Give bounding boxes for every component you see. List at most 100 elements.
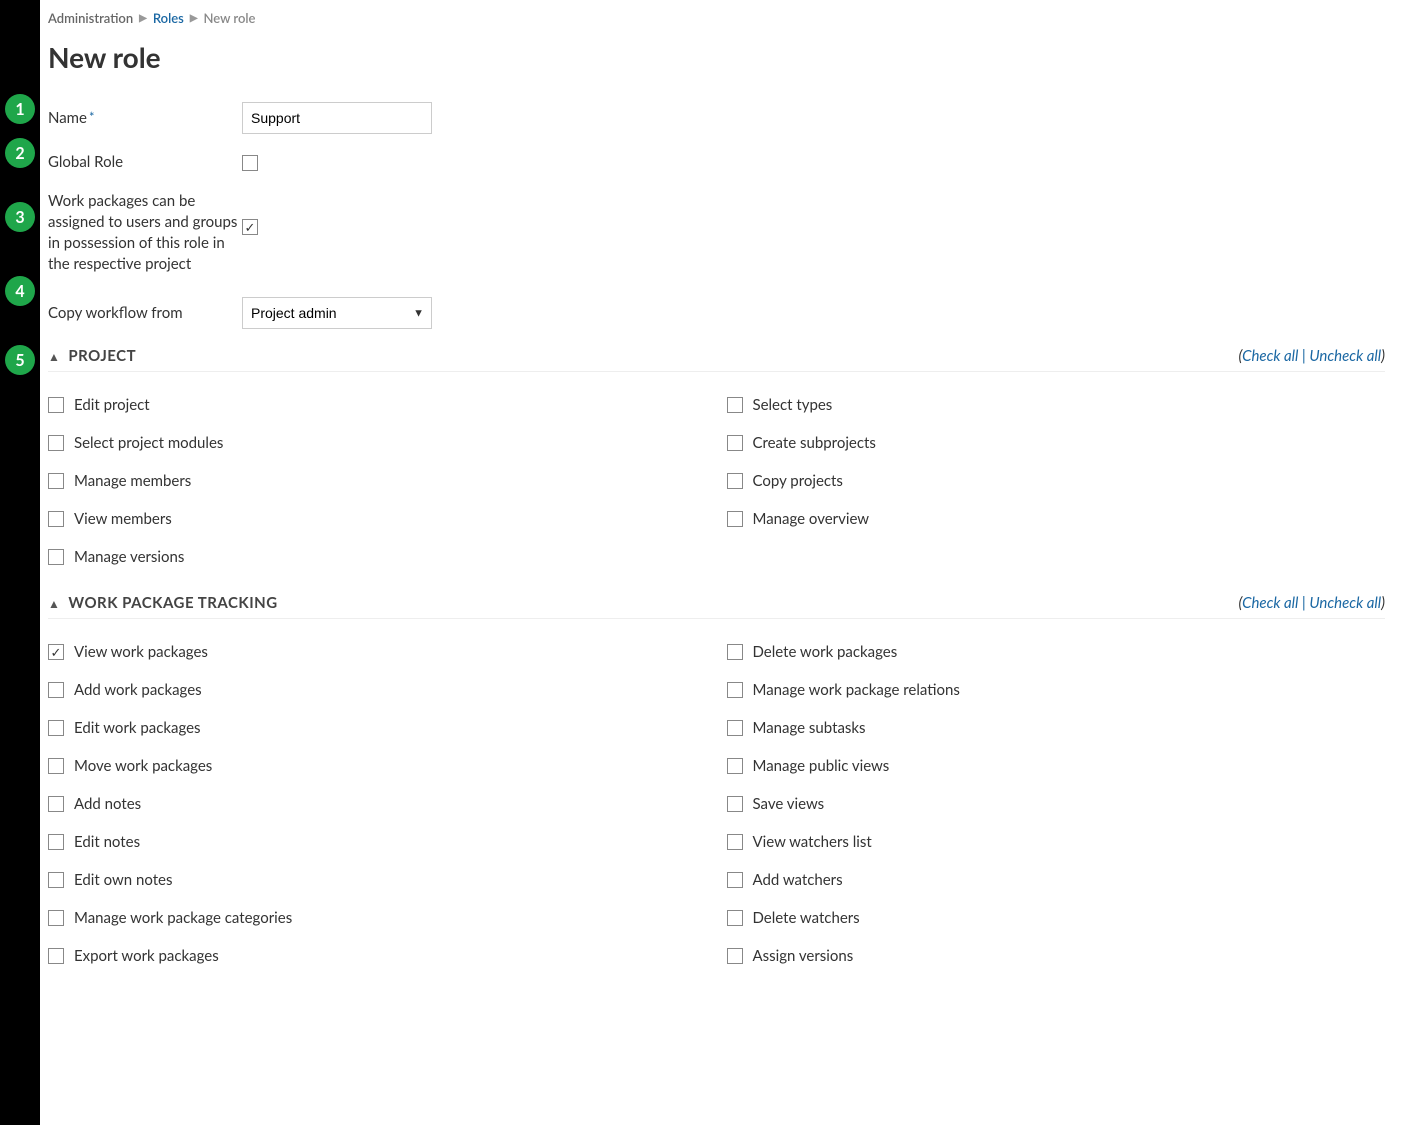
permission-label: Edit project [74, 396, 150, 414]
breadcrumb-current: New role [204, 10, 256, 26]
permission-checkbox[interactable] [48, 910, 64, 926]
check-all-link[interactable]: Check all [1242, 347, 1298, 365]
permission-checkbox[interactable] [48, 872, 64, 888]
chevron-up-icon: ▲ [48, 596, 60, 611]
check-links: (Check all | Uncheck all) [1239, 347, 1385, 365]
permission-checkbox[interactable] [48, 644, 64, 660]
permission-checkbox[interactable] [727, 872, 743, 888]
step-badge-1: 1 [5, 94, 35, 124]
permission-label: Delete work packages [753, 643, 898, 661]
permission-checkbox[interactable] [727, 682, 743, 698]
permission-checkbox[interactable] [48, 834, 64, 850]
step-badge-5: 5 [5, 345, 35, 375]
permission-label: Manage work package relations [753, 681, 960, 699]
permission-label: Select types [753, 396, 833, 414]
permission-item: View work packages [48, 633, 707, 671]
permission-checkbox[interactable] [727, 473, 743, 489]
permission-label: Manage work package categories [74, 909, 292, 927]
permission-label: Manage versions [74, 548, 184, 566]
uncheck-all-link[interactable]: Uncheck all [1309, 594, 1381, 612]
permission-label: Manage overview [753, 510, 870, 528]
uncheck-all-link[interactable]: Uncheck all [1309, 347, 1381, 365]
permission-item: Assign versions [727, 937, 1386, 975]
name-input[interactable] [242, 102, 432, 134]
permission-item: Manage versions [48, 538, 707, 576]
permission-checkbox[interactable] [727, 910, 743, 926]
permission-checkbox[interactable] [48, 796, 64, 812]
permission-item: Manage work package relations [727, 671, 1386, 709]
permission-label: Manage members [74, 472, 191, 490]
permission-label: View members [74, 510, 172, 528]
chevron-right-icon: ▶ [190, 12, 198, 24]
permission-item: Export work packages [48, 937, 707, 975]
assignable-checkbox[interactable] [242, 219, 258, 235]
permissions-section: ▲WORK PACKAGE TRACKING(Check all | Unche… [48, 594, 1385, 975]
permission-checkbox[interactable] [727, 834, 743, 850]
page-title: New role [48, 40, 1385, 74]
permission-item: Add notes [48, 785, 707, 823]
permission-label: Export work packages [74, 947, 219, 965]
permission-item: Manage work package categories [48, 899, 707, 937]
permission-item: Delete work packages [727, 633, 1386, 671]
breadcrumb-roles[interactable]: Roles [153, 10, 184, 26]
check-all-link[interactable]: Check all [1242, 594, 1298, 612]
permission-checkbox[interactable] [48, 758, 64, 774]
global-role-label: Global Role [48, 152, 242, 173]
permissions-section: ▲PROJECT (Check all | Uncheck all) Edit pr… [48, 347, 1385, 576]
breadcrumb-admin[interactable]: Administration [48, 10, 133, 26]
permission-checkbox[interactable] [48, 549, 64, 565]
chevron-right-icon: ▶ [139, 12, 147, 24]
permission-label: Select project modules [74, 434, 223, 452]
permission-label: Edit work packages [74, 719, 201, 737]
step-badge-4: 4 [5, 276, 35, 306]
permission-checkbox[interactable] [48, 682, 64, 698]
section-toggle[interactable]: ▲ WORK PACKAGE TRACKING [48, 594, 278, 612]
permission-item: Delete watchers [727, 899, 1386, 937]
permission-checkbox[interactable] [727, 948, 743, 964]
chevron-up-icon: ▲ [48, 349, 60, 364]
permission-checkbox[interactable] [48, 720, 64, 736]
permission-label: Delete watchers [753, 909, 860, 927]
permission-item: Select types [727, 386, 1386, 424]
permission-checkbox[interactable] [727, 796, 743, 812]
permission-item: Edit work packages [48, 709, 707, 747]
permission-item: Add watchers [727, 861, 1386, 899]
permission-checkbox[interactable] [727, 720, 743, 736]
permission-checkbox[interactable] [48, 948, 64, 964]
breadcrumb: Administration ▶ Roles ▶ New role [48, 10, 1385, 26]
permission-checkbox[interactable] [727, 397, 743, 413]
permission-item: Copy projects [727, 462, 1386, 500]
step-badge-3: 3 [5, 202, 35, 232]
section-toggle[interactable]: ▲PROJECT [48, 347, 136, 365]
permission-label: Move work packages [74, 757, 212, 775]
section-title-text: WORK PACKAGE TRACKING [68, 594, 277, 612]
permission-label: Save views [753, 795, 825, 813]
permission-checkbox[interactable] [727, 435, 743, 451]
permission-label: Copy projects [753, 472, 843, 490]
permission-item: Move work packages [48, 747, 707, 785]
permission-label: Manage subtasks [753, 719, 866, 737]
copy-workflow-select[interactable]: Project admin [242, 297, 432, 329]
permission-checkbox[interactable] [48, 473, 64, 489]
permission-label: View watchers list [753, 833, 872, 851]
copy-workflow-label: Copy workflow from [48, 303, 242, 324]
permission-item: Create subprojects [727, 424, 1386, 462]
step-badge-2: 2 [5, 138, 35, 168]
permission-checkbox[interactable] [727, 511, 743, 527]
permission-label: Assign versions [753, 947, 854, 965]
global-role-checkbox[interactable] [242, 155, 258, 171]
permission-item: Edit own notes [48, 861, 707, 899]
permission-checkbox[interactable] [48, 511, 64, 527]
permission-checkbox[interactable] [48, 435, 64, 451]
permission-item: Manage public views [727, 747, 1386, 785]
permission-label: Add work packages [74, 681, 202, 699]
permission-checkbox[interactable] [727, 644, 743, 660]
permission-label: View work packages [74, 643, 208, 661]
permission-item: Manage subtasks [727, 709, 1386, 747]
permission-item: Manage members [48, 462, 707, 500]
name-label: Name* [48, 108, 242, 129]
permission-checkbox[interactable] [48, 397, 64, 413]
permission-item: Add work packages [48, 671, 707, 709]
permission-checkbox[interactable] [727, 758, 743, 774]
permission-label: Add watchers [753, 871, 843, 889]
